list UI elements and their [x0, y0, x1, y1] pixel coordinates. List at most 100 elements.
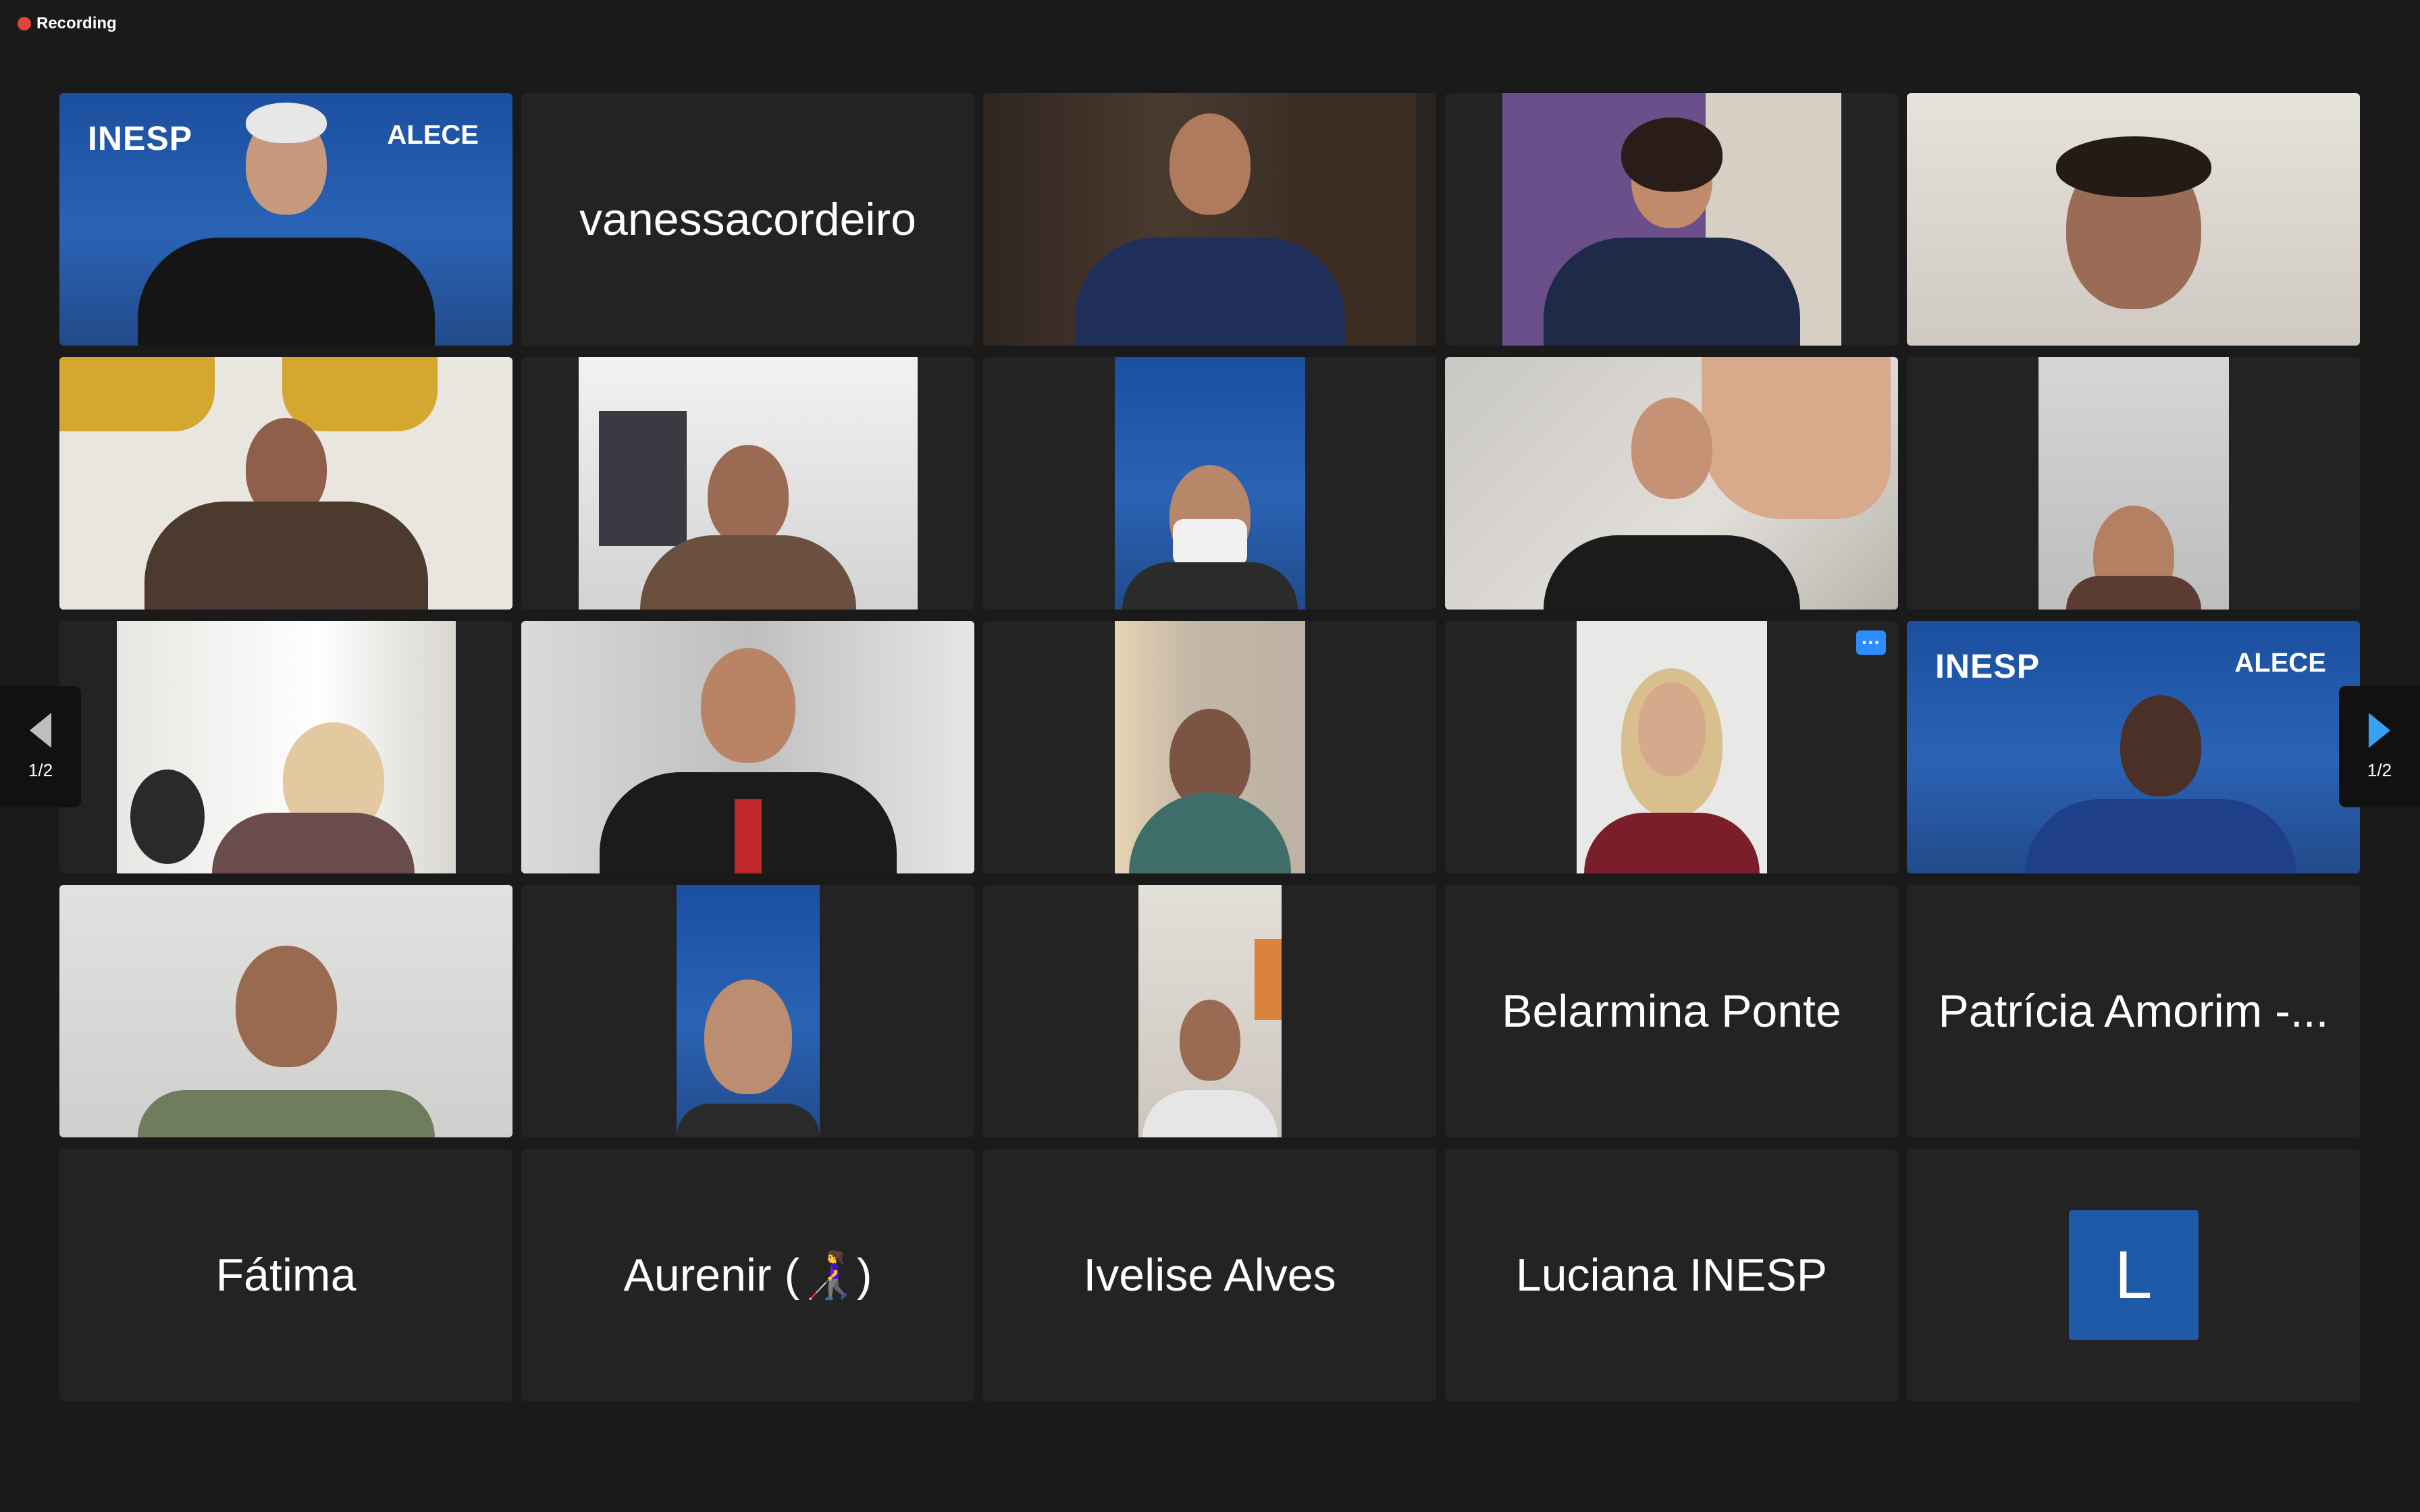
alece-logo: ALECE [2234, 648, 2326, 678]
sunflower-painting [59, 357, 215, 431]
participant-tile-1[interactable]: INESP ALECE [59, 93, 512, 346]
participant-name: Belarmina Ponte [1502, 986, 1841, 1037]
more-options-button[interactable]: ··· [1856, 630, 1886, 655]
participant-body [1074, 238, 1345, 346]
wall-painting [1254, 939, 1282, 1020]
participant-head [1631, 398, 1712, 499]
participant-tile-21[interactable]: Fátima [59, 1149, 512, 1401]
participant-body [1583, 813, 1760, 873]
sunflower-painting [282, 357, 438, 431]
participant-tile-19[interactable]: Belarmina Ponte [1445, 885, 1898, 1137]
participant-tile-20[interactable]: Patrícia Amorim -... [1907, 885, 2360, 1137]
participant-tile-23[interactable]: Ivelise Alves [983, 1149, 1436, 1401]
participant-video [1907, 93, 2360, 346]
participant-body [211, 813, 415, 873]
next-page-button[interactable]: 1/2 [2339, 686, 2420, 807]
participant-body [137, 238, 435, 346]
participant-video [1114, 621, 1305, 873]
participant-tile-15[interactable]: INESP ALECE [1907, 621, 2360, 873]
participant-video [983, 93, 1436, 346]
participant-video [2038, 357, 2229, 610]
participant-name: Luciana INESP [1515, 1249, 1828, 1301]
participant-body [1122, 562, 1298, 610]
participant-hair [1621, 117, 1722, 192]
alece-logo: ALECE [387, 120, 479, 150]
participant-tile-22[interactable]: Aurenir (👩‍🦯) [521, 1149, 974, 1401]
participant-body [2025, 799, 2296, 873]
participant-name: Ivelise Alves [1083, 1249, 1336, 1301]
participant-body [144, 502, 428, 610]
hand-on-braille [1702, 357, 1891, 519]
participant-video [1445, 357, 1898, 610]
participant-head [1169, 113, 1251, 215]
participant-tile-25[interactable]: L [1907, 1149, 2360, 1401]
participant-tile-7[interactable] [521, 357, 974, 610]
participant-name: vanessacordeiro [579, 194, 916, 245]
participant-video: INESP ALECE [1907, 621, 2360, 873]
page-indicator: 1/2 [2367, 759, 2392, 780]
participant-video [59, 357, 512, 610]
window-curtain [598, 411, 687, 546]
participant-tile-24[interactable]: Luciana INESP [1445, 1149, 1898, 1401]
inesp-logo: INESP [1935, 647, 2041, 685]
zoom-gallery-view: Recording INESP ALECE vanessacordeiro ··… [0, 0, 2420, 1512]
participant-hair [245, 103, 327, 143]
participant-video [578, 357, 918, 610]
participant-video [676, 885, 820, 1137]
participant-tile-17[interactable] [521, 885, 974, 1137]
inesp-logo: INESP [88, 119, 193, 157]
participant-body [1142, 1090, 1278, 1137]
participant-video [1114, 357, 1305, 610]
participant-tile-8[interactable] [983, 357, 1436, 610]
participant-body [1128, 792, 1291, 873]
participant-hair [2055, 136, 2211, 197]
participant-tile-13[interactable] [983, 621, 1436, 873]
participant-video [521, 621, 974, 873]
participant-name: Aurenir (👩‍🦯) [623, 1249, 872, 1301]
page-indicator: 1/2 [28, 759, 53, 780]
fan [130, 770, 205, 864]
participant-head [707, 445, 789, 546]
participant-tile-6[interactable] [59, 357, 512, 610]
participant-video [59, 885, 512, 1137]
participant-head [235, 946, 337, 1067]
participant-body [1543, 238, 1800, 346]
chevron-left-icon [30, 712, 51, 748]
participant-tile-5[interactable] [1907, 93, 2360, 346]
recording-label: Recording [36, 14, 117, 32]
participant-name: Fátima [215, 1249, 357, 1301]
participant-tile-12-active-speaker[interactable] [521, 621, 974, 873]
previous-page-button[interactable]: 1/2 [0, 686, 81, 807]
recording-dot-icon [18, 17, 31, 30]
recording-indicator[interactable]: Recording [18, 14, 117, 34]
participant-head [1179, 1000, 1240, 1081]
participant-video [116, 621, 456, 873]
participant-video [1138, 885, 1282, 1137]
participant-video [1576, 621, 1767, 873]
participant-name: Patrícia Amorim -... [1938, 986, 2329, 1037]
participant-head [704, 979, 792, 1094]
red-tie [734, 799, 762, 873]
participant-video [1502, 93, 1841, 346]
participant-body [676, 1104, 820, 1137]
participant-tile-18[interactable] [983, 885, 1436, 1137]
participant-tile-16[interactable] [59, 885, 512, 1137]
participant-avatar: L [2068, 1210, 2199, 1340]
video-gallery: INESP ALECE vanessacordeiro ··· INESP AL… [59, 93, 2361, 1401]
participant-video: INESP ALECE [59, 93, 512, 346]
participant-head [2120, 695, 2201, 796]
participant-tile-4[interactable] [1445, 93, 1898, 346]
participant-body [137, 1090, 435, 1137]
participant-body [2066, 576, 2201, 610]
participant-head [1637, 682, 1706, 776]
participant-tile-14[interactable]: ··· [1445, 621, 1898, 873]
face-mask [1172, 519, 1247, 566]
chevron-right-icon [2369, 712, 2390, 748]
participant-tile-11[interactable] [59, 621, 512, 873]
participant-body [639, 535, 856, 610]
participant-tile-10[interactable] [1907, 357, 2360, 610]
participant-tile-9[interactable] [1445, 357, 1898, 610]
participant-body [1543, 535, 1800, 610]
participant-tile-3[interactable] [983, 93, 1436, 346]
participant-tile-2[interactable]: vanessacordeiro [521, 93, 974, 346]
